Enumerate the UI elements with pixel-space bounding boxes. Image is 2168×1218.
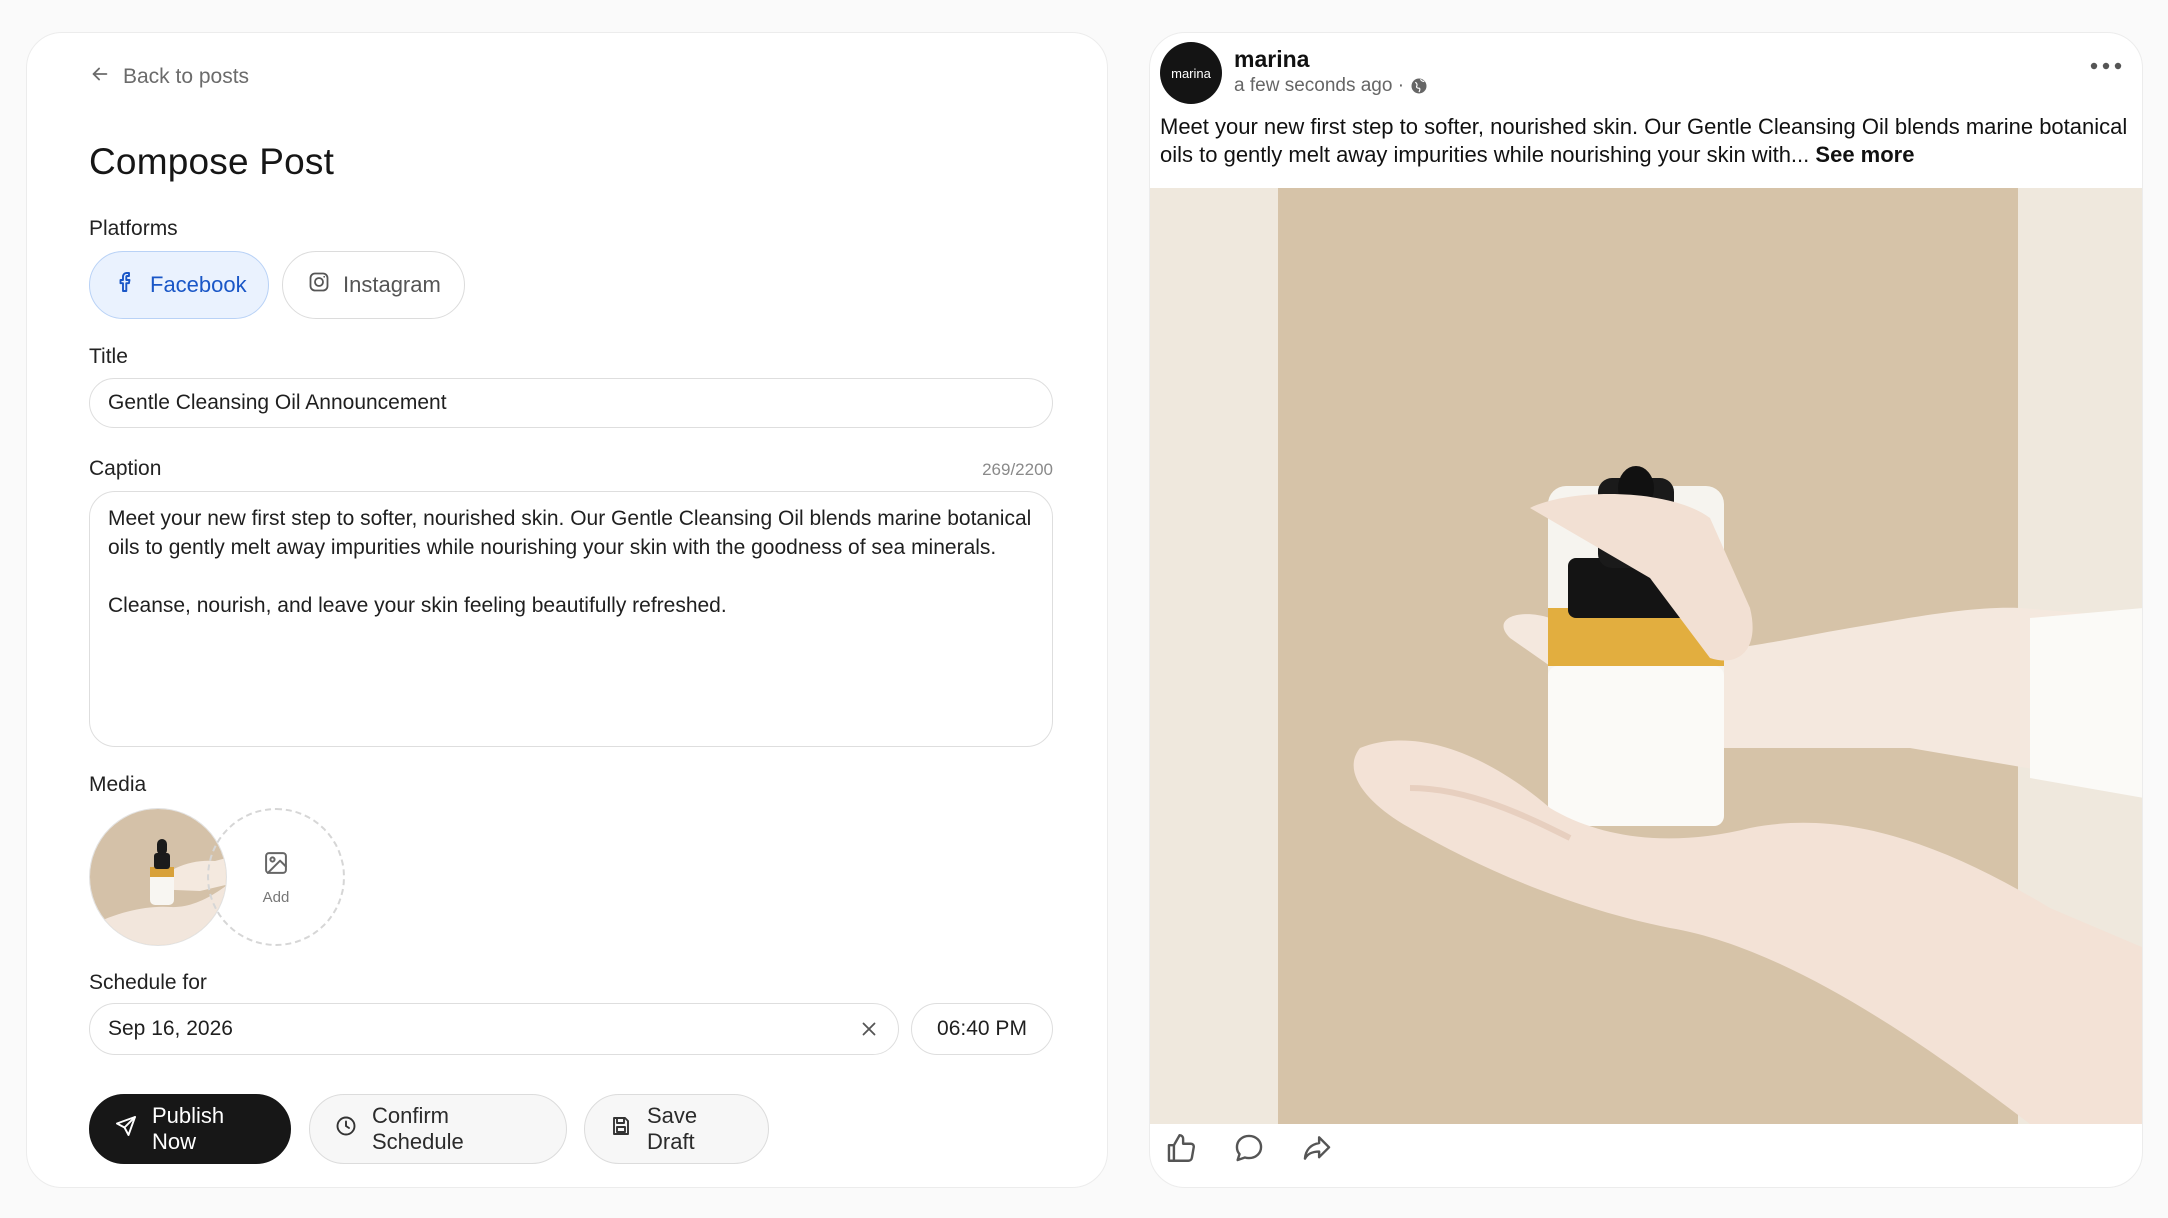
comment-icon[interactable] (1232, 1131, 1266, 1165)
caption-char-counter: 269/2200 (982, 460, 1053, 479)
platform-instagram-toggle[interactable]: Instagram (282, 251, 465, 319)
schedule-date-input[interactable]: Sep 16, 2026 (89, 1003, 899, 1055)
title-input[interactable]: Gentle Cleansing Oil Announcement (89, 378, 1053, 428)
instagram-icon (307, 270, 331, 300)
post-timestamp: a few seconds ago · (1234, 75, 1405, 96)
save-draft-button[interactable]: Save Draft (584, 1094, 769, 1164)
post-author: marina (1234, 46, 1310, 72)
save-icon (609, 1114, 633, 1144)
back-to-posts-link[interactable]: Back to posts (89, 63, 249, 91)
post-actions (1164, 1131, 1334, 1165)
share-icon[interactable] (1300, 1131, 1334, 1165)
platforms-label: Platforms (89, 217, 178, 240)
add-media-label: Add (262, 888, 290, 906)
caption-label: Caption (89, 457, 162, 480)
clock-icon (334, 1114, 358, 1144)
send-icon (114, 1114, 138, 1144)
caption-textarea[interactable]: Meet your new first step to softer, nour… (89, 491, 1053, 747)
schedule-date-value: Sep 16, 2026 (108, 1017, 233, 1040)
media-label: Media (89, 773, 147, 796)
schedule-time-input[interactable]: 06:40 PM (911, 1003, 1053, 1055)
schedule-time-value: 06:40 PM (937, 1017, 1027, 1040)
confirm-label: Confirm Schedule (372, 1103, 464, 1154)
platform-label: Instagram (343, 272, 441, 297)
post-text: Meet your new first step to softer, nour… (1160, 113, 2130, 169)
title-label: Title (89, 345, 128, 368)
add-media-button[interactable]: Add (207, 808, 345, 946)
arrow-left-icon (89, 63, 111, 91)
publish-label: Publish Now (152, 1103, 225, 1154)
see-more-link[interactable]: See more (1815, 142, 1914, 167)
publish-now-button[interactable]: Publish Now (89, 1094, 291, 1164)
clear-date-icon[interactable] (858, 1018, 880, 1040)
confirm-schedule-button[interactable]: Confirm Schedule (309, 1094, 567, 1164)
image-add-icon (262, 849, 290, 881)
platform-label: Facebook (150, 272, 247, 297)
page-title: Compose Post (89, 141, 335, 182)
platform-facebook-toggle[interactable]: Facebook (89, 251, 269, 319)
facebook-icon (114, 270, 138, 300)
more-options-icon[interactable] (2088, 53, 2124, 79)
save-label: Save Draft (647, 1103, 698, 1154)
compose-panel: Back to posts Compose Post Platforms Fac… (26, 32, 1108, 1188)
post-body: Meet your new first step to softer, nour… (1160, 114, 2128, 167)
back-label: Back to posts (123, 65, 250, 88)
title-value: Gentle Cleansing Oil Announcement (108, 391, 447, 414)
schedule-label: Schedule for (89, 971, 207, 994)
product-photo (1150, 188, 2142, 1124)
facebook-post-preview: marina marina a few seconds ago · Meet y… (1149, 32, 2143, 1188)
globe-icon (1410, 77, 1428, 95)
post-image (1150, 188, 2142, 1124)
like-icon[interactable] (1164, 1131, 1198, 1165)
avatar: marina (1160, 42, 1222, 104)
post-meta: a few seconds ago · (1234, 75, 1428, 97)
